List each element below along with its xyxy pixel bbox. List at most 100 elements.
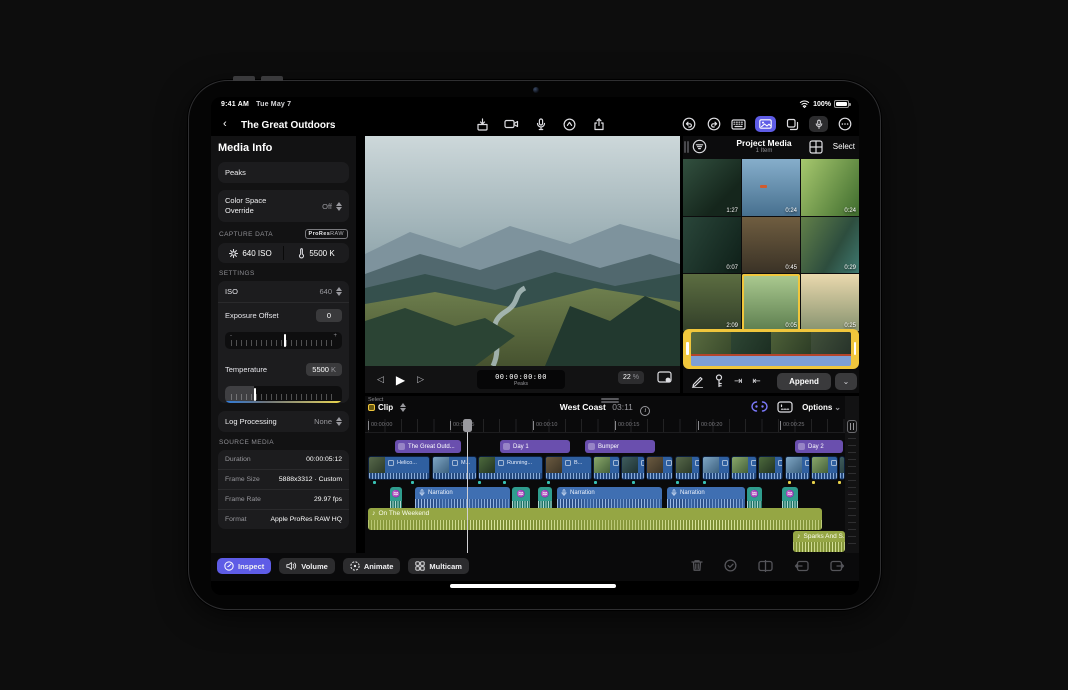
video-clip[interactable]: [593, 456, 620, 480]
timeline-resize-handle[interactable]: [601, 398, 619, 400]
keyboard-icon-button[interactable]: [730, 116, 747, 132]
title-track: The Great Outd... Day 1 Bumper Day 2: [365, 440, 845, 454]
video-clip[interactable]: [758, 456, 783, 480]
connection-mark: [503, 481, 506, 484]
music-clip[interactable]: ♪ Sparks And S...: [793, 531, 845, 552]
source-media-group: Duration 00:00:05:12 Frame Size 5888x331…: [218, 450, 349, 529]
title-clip[interactable]: Bumper: [585, 440, 655, 453]
kelvin-capture-button[interactable]: 5500 K: [284, 243, 349, 263]
import-button[interactable]: [474, 116, 491, 132]
clip-checkbox-icon: [565, 460, 571, 466]
camera-button[interactable]: [503, 116, 520, 132]
append-options-button[interactable]: ⌄: [835, 373, 857, 390]
video-clip[interactable]: Running...: [478, 456, 543, 480]
select-button[interactable]: Select: [833, 142, 855, 151]
pane-resize-grip[interactable]: [684, 141, 686, 153]
trash-icon[interactable]: [691, 559, 703, 574]
trim-left-icon[interactable]: [794, 560, 809, 574]
clip-name-field[interactable]: Peaks: [218, 162, 349, 183]
video-clip[interactable]: [646, 456, 673, 480]
timeline-options-button[interactable]: Options⌄: [802, 403, 841, 412]
video-clip[interactable]: [785, 456, 810, 480]
clip-connections-icon[interactable]: [751, 400, 768, 415]
play-button[interactable]: ▶: [396, 373, 405, 387]
video-clip[interactable]: [675, 456, 700, 480]
media-thumbnail[interactable]: 1:27: [683, 159, 741, 216]
slider-handle[interactable]: [284, 334, 286, 347]
pencil-icon[interactable]: [691, 375, 704, 390]
iso-label: ISO: [225, 287, 238, 296]
video-clip[interactable]: M...: [432, 456, 477, 480]
video-clip[interactable]: B...: [545, 456, 592, 480]
more-button[interactable]: [836, 116, 853, 132]
live-capture-button[interactable]: [561, 116, 578, 132]
log-processing-control[interactable]: Log Processing None: [218, 411, 349, 432]
selected-clip-filmstrip[interactable]: [683, 329, 859, 369]
video-viewer[interactable]: [365, 136, 680, 366]
temperature-slider[interactable]: [225, 386, 342, 403]
media-thumbnail[interactable]: 0:05: [742, 274, 800, 331]
trim-handle-left[interactable]: [686, 342, 689, 355]
voiceover-button[interactable]: [809, 116, 828, 132]
selection-mode-dropdown[interactable]: Select Clip: [368, 397, 406, 412]
home-indicator[interactable]: [450, 584, 616, 588]
insert-at-start-icon[interactable]: ⇤: [752, 377, 760, 387]
microphone-button[interactable]: [532, 116, 549, 132]
timeline-zoom-strip[interactable]: [845, 396, 859, 553]
playhead[interactable]: [467, 419, 468, 553]
trim-handle-right[interactable]: [854, 342, 857, 355]
title-clip[interactable]: Day 1: [500, 440, 570, 453]
timeline-ruler[interactable]: 00:00:0000:00:0500:00:1000:00:1500:00:20…: [365, 419, 845, 433]
clip-duration-badge: 1:27: [726, 208, 738, 214]
volume-button[interactable]: Volume: [279, 558, 335, 574]
grid-view-button[interactable]: [809, 140, 823, 156]
multicam-button[interactable]: Multicam: [408, 558, 469, 574]
playhead-handle[interactable]: [463, 419, 472, 432]
step-backward-button[interactable]: ◁: [377, 374, 384, 385]
duplicate-button[interactable]: [784, 116, 801, 132]
title-clip[interactable]: The Great Outd...: [395, 440, 461, 453]
video-clip[interactable]: Helico...: [368, 456, 430, 480]
video-clip[interactable]: [811, 456, 838, 480]
media-thumbnail[interactable]: 0:25: [801, 274, 859, 331]
redo-button[interactable]: [705, 116, 722, 132]
back-button[interactable]: ‹: [223, 118, 227, 130]
filter-button[interactable]: [692, 139, 707, 156]
media-thumbnail[interactable]: 0:29: [801, 217, 859, 274]
media-thumbnail[interactable]: 0:24: [742, 159, 800, 216]
insert-at-end-icon[interactable]: ⇥: [734, 377, 742, 387]
animate-button[interactable]: Animate: [343, 558, 401, 574]
video-clip[interactable]: [731, 456, 757, 480]
video-clip[interactable]: [702, 456, 730, 480]
viewer-options-button[interactable]: [657, 371, 672, 385]
media-thumbnail[interactable]: 0:07: [683, 217, 741, 274]
media-thumbnail[interactable]: 0:45: [742, 217, 800, 274]
info-icon[interactable]: i: [640, 406, 650, 416]
viewer-zoom-control[interactable]: 22 %: [618, 371, 644, 384]
timeline[interactable]: Select Clip West Coast 03:11 i: [365, 396, 845, 553]
exposure-slider[interactable]: - +: [225, 332, 342, 349]
clip-height-button[interactable]: [847, 420, 857, 433]
check-circle-icon[interactable]: [724, 559, 737, 574]
keyframe-key-icon[interactable]: [714, 374, 724, 390]
iso-row[interactable]: ISO 640: [218, 281, 349, 302]
media-thumbnail[interactable]: 0:24: [801, 159, 859, 216]
music-clip[interactable]: ♪ On The Weekend: [368, 508, 822, 530]
append-button[interactable]: Append: [777, 373, 831, 390]
clip-appearance-button[interactable]: [777, 401, 793, 415]
media-browser-button[interactable]: [755, 116, 776, 132]
split-clip-icon[interactable]: [758, 560, 773, 574]
slider-handle[interactable]: [254, 388, 256, 401]
video-clip[interactable]: [621, 456, 645, 480]
iso-capture-button[interactable]: 640 ISO: [218, 243, 283, 263]
trim-right-icon[interactable]: [830, 560, 845, 574]
temperature-value-box[interactable]: 5500K: [306, 363, 342, 376]
inspect-button[interactable]: Inspect: [217, 558, 271, 574]
exposure-value-box[interactable]: 0: [316, 309, 342, 322]
media-thumbnail[interactable]: 2:09: [683, 274, 741, 331]
share-button[interactable]: [590, 116, 607, 132]
undo-button[interactable]: [680, 116, 697, 132]
step-forward-button[interactable]: ▷: [417, 374, 424, 385]
color-space-override-control[interactable]: Color Space Override Off: [218, 190, 349, 222]
title-clip[interactable]: Day 2: [795, 440, 843, 453]
